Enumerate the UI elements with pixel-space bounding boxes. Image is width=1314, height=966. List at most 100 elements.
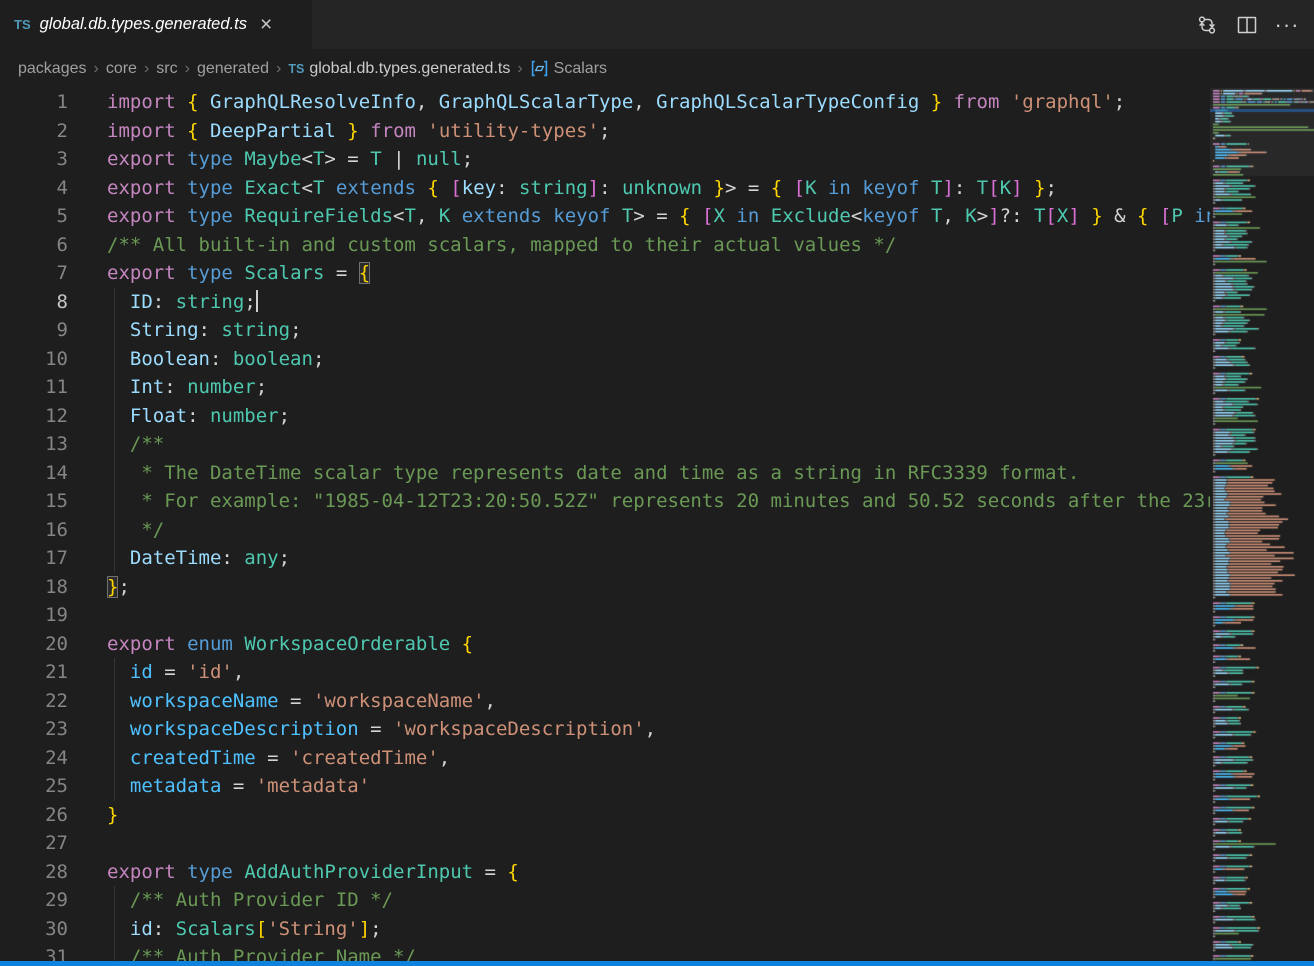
indent-guide [114,943,115,961]
indent-guide [114,459,115,488]
code-line-21[interactable]: 21 id = 'id', [0,658,1210,687]
split-editor-icon[interactable] [1232,10,1262,40]
line-number: 12 [0,402,68,431]
line-number: 11 [0,373,68,402]
tab-file[interactable]: TS global.db.types.generated.ts × [0,0,312,49]
breadcrumb-separator: › [517,60,522,78]
code-line-15[interactable]: 15 * For example: "1985-04-12T23:20:50.5… [0,487,1210,516]
breadcrumb-item-global-db-types-generated-ts[interactable]: TSglobal.db.types.generated.ts [288,60,510,78]
code-line-1[interactable]: 1import { GraphQLResolveInfo, GraphQLSca… [0,88,1210,117]
tab-file-label: global.db.types.generated.ts [40,15,247,34]
line-number: 31 [0,943,68,961]
breadcrumb-item-scalars[interactable]: Scalars [530,59,607,78]
indent-guide [114,316,115,345]
breadcrumb-separator: › [185,60,190,78]
code-line-4[interactable]: 4export type Exact<T extends { [key: str… [0,174,1210,203]
indent-guide [114,487,115,516]
indent-guide [114,915,115,944]
code-line-27[interactable]: 27 [0,829,1210,858]
line-number: 20 [0,630,68,659]
minimap[interactable] [1210,88,1314,961]
line-number: 13 [0,430,68,459]
code-line-17[interactable]: 17 DateTime: any; [0,544,1210,573]
code-line-23[interactable]: 23 workspaceDescription = 'workspaceDesc… [0,715,1210,744]
code-line-11[interactable]: 11 Int: number; [0,373,1210,402]
code-line-22[interactable]: 22 workspaceName = 'workspaceName', [0,687,1210,716]
editor[interactable]: 1import { GraphQLResolveInfo, GraphQLSca… [0,88,1314,961]
code-line-20[interactable]: 20export enum WorkspaceOrderable { [0,630,1210,659]
code-area[interactable]: 1import { GraphQLResolveInfo, GraphQLSca… [0,88,1210,961]
line-number: 6 [0,231,68,260]
line-number: 22 [0,687,68,716]
breadcrumb-label: core [106,60,137,78]
line-number: 25 [0,772,68,801]
line-number: 26 [0,801,68,830]
code-line-28[interactable]: 28export type AddAuthProviderInput = { [0,858,1210,887]
vscode-window: TS global.db.types.generated.ts × [0,0,1314,966]
line-number: 17 [0,544,68,573]
close-icon[interactable]: × [260,14,272,35]
code-line-25[interactable]: 25 metadata = 'metadata' [0,772,1210,801]
line-number: 7 [0,259,68,288]
indent-guide [114,345,115,374]
line-number: 15 [0,487,68,516]
breadcrumb-separator: › [276,60,281,78]
code-line-3[interactable]: 3export type Maybe<T> = T | null; [0,145,1210,174]
code-line-13[interactable]: 13 /** [0,430,1210,459]
code-line-14[interactable]: 14 * The DateTime scalar type represents… [0,459,1210,488]
more-actions-icon[interactable]: ··· [1272,10,1302,40]
indent-guide [114,715,115,744]
breadcrumb-label: src [156,60,177,78]
code-line-12[interactable]: 12 Float: number; [0,402,1210,431]
line-number: 10 [0,345,68,374]
code-line-30[interactable]: 30 id: Scalars['String']; [0,915,1210,944]
breadcrumb-item-packages[interactable]: packages [18,60,87,78]
code-line-8[interactable]: 8 ID: string; [0,288,1210,317]
code-line-26[interactable]: 26} [0,801,1210,830]
code-line-24[interactable]: 24 createdTime = 'createdTime', [0,744,1210,773]
breadcrumb-separator: › [144,60,149,78]
type-symbol-icon [530,59,549,78]
line-number: 18 [0,573,68,602]
line-number: 28 [0,858,68,887]
breadcrumb-label: global.db.types.generated.ts [309,60,510,78]
code-line-29[interactable]: 29 /** Auth Provider ID */ [0,886,1210,915]
line-number: 24 [0,744,68,773]
line-number: 19 [0,601,68,630]
indent-guide [114,658,115,687]
breadcrumb-item-generated[interactable]: generated [197,60,269,78]
indent-guide [114,288,115,317]
tab-bar: TS global.db.types.generated.ts × [0,0,1314,49]
code-line-18[interactable]: 18}; [0,573,1210,602]
text-cursor [256,290,258,312]
code-line-7[interactable]: 7export type Scalars = { [0,259,1210,288]
indent-guide [114,744,115,773]
code-line-31[interactable]: 31 /** Auth Provider Name */ [0,943,1210,961]
indent-guide [114,772,115,801]
open-changes-icon[interactable] [1192,10,1222,40]
editor-actions: ··· [1192,0,1314,49]
indent-guide [114,687,115,716]
line-number: 29 [0,886,68,915]
line-number: 30 [0,915,68,944]
code-line-9[interactable]: 9 String: string; [0,316,1210,345]
code-line-2[interactable]: 2import { DeepPartial } from 'utility-ty… [0,117,1210,146]
code-line-19[interactable]: 19 [0,601,1210,630]
indent-guide [114,516,115,545]
code-line-16[interactable]: 16 */ [0,516,1210,545]
breadcrumb-label: generated [197,60,269,78]
indent-guide [114,544,115,573]
line-number: 21 [0,658,68,687]
breadcrumb-item-core[interactable]: core [106,60,137,78]
breadcrumb-item-src[interactable]: src [156,60,177,78]
code-line-6[interactable]: 6/** All built-in and custom scalars, ma… [0,231,1210,260]
line-number: 8 [0,288,68,317]
typescript-file-icon: TS [14,17,31,32]
code-line-5[interactable]: 5export type RequireFields<T, K extends … [0,202,1210,231]
code-line-10[interactable]: 10 Boolean: boolean; [0,345,1210,374]
line-number: 2 [0,117,68,146]
line-number: 23 [0,715,68,744]
line-number: 3 [0,145,68,174]
breadcrumb-separator: › [94,60,99,78]
line-number: 9 [0,316,68,345]
